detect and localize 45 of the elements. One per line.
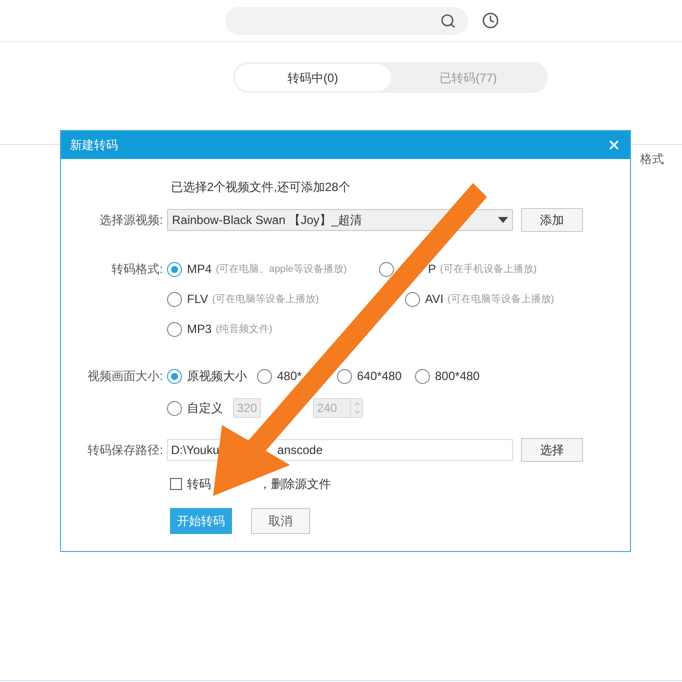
format-option-label: P	[428, 261, 436, 278]
radio-button[interactable]	[379, 262, 394, 276]
radio-button[interactable]	[167, 400, 182, 416]
size-option-label: 640*480	[357, 368, 402, 385]
field-label: 转码格式:	[110, 261, 164, 278]
format-option-label: AVI	[425, 291, 444, 308]
checkbox-label: ，删除源文件	[259, 476, 331, 493]
size-option-label: 自定义	[187, 400, 223, 417]
cancel-button[interactable]: 取消	[251, 508, 310, 534]
column-header: 格式	[640, 151, 664, 168]
tab[interactable]: 转码中(0)	[235, 64, 390, 91]
search-icon[interactable]	[440, 12, 456, 28]
choose-button[interactable]: 选择	[521, 438, 583, 462]
size-option-label: 480*	[277, 368, 302, 385]
source-video-select[interactable]: Rainbow-Black Swan 【Joy】_超清	[167, 209, 513, 231]
dialog-title: 新建转码	[70, 137, 118, 154]
field-label: 视频画面大小:	[86, 368, 164, 385]
radio-button[interactable]	[257, 368, 272, 384]
field-label: 选择源视频:	[98, 212, 164, 229]
size-option-label: 800*480	[435, 368, 480, 385]
radio-button[interactable]	[337, 368, 352, 384]
add-button[interactable]: 添加	[521, 208, 583, 232]
info-text: 已选择2个视频文件,还可添加28个	[171, 180, 350, 194]
format-option-label: MP4	[187, 261, 212, 278]
radio-button[interactable]	[167, 368, 182, 384]
radio-button[interactable]	[167, 262, 182, 276]
radio-button[interactable]	[405, 292, 420, 306]
format-hint: (可在电脑等设备上播放)	[447, 292, 554, 306]
dropdown-arrow-icon	[498, 217, 508, 223]
format-hint: (可在手机设备上播放)	[440, 262, 537, 276]
checkbox[interactable]	[170, 478, 182, 490]
clock-icon[interactable]	[482, 12, 499, 29]
format-hint: (可在电脑、apple等设备播放)	[216, 262, 347, 276]
search-field[interactable]	[225, 6, 468, 34]
field-label: 转码保存路径:	[86, 442, 164, 459]
size-option-label: 原视频大小	[187, 368, 247, 385]
checkbox-label: 转码	[187, 476, 211, 493]
format-option-label: MP3	[187, 321, 212, 338]
close-icon[interactable]	[607, 138, 621, 152]
format-option-label: FLV	[187, 291, 208, 308]
radio-button[interactable]	[415, 368, 430, 384]
radio-button[interactable]	[167, 322, 182, 336]
radio-button[interactable]	[167, 292, 182, 306]
format-hint: (可在电脑等设备上播放)	[212, 292, 319, 306]
format-hint: (纯音频文件)	[216, 322, 272, 336]
